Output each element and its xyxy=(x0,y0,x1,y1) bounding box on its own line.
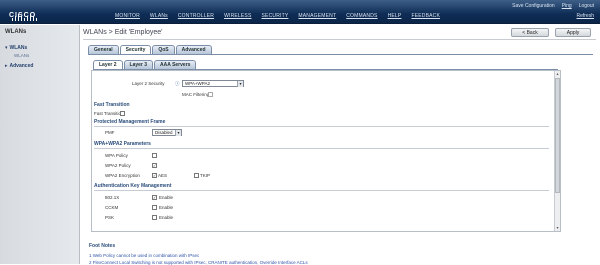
cisco-wordmark: CISCO xyxy=(9,12,37,19)
refresh-link[interactable]: Refresh xyxy=(576,13,594,19)
layer2-security-select[interactable]: WPA+WPA2 ▾ xyxy=(182,80,244,87)
foot-note-2: 2 FlexConnect Local Switching is not sup… xyxy=(89,260,308,265)
akm-divider xyxy=(94,190,549,191)
akm-psk-label: PSK xyxy=(105,215,115,220)
layer2-settings-panel: Layer 2 Security ⓘ WPA+WPA2 ▾ MAC Filter… xyxy=(91,70,561,232)
top-banner: CISCO MONITOR WLANs CONTROLLER WIRELESS … xyxy=(0,0,600,24)
apply-button[interactable]: Apply xyxy=(555,28,591,37)
nav-feedback[interactable]: FEEDBACK xyxy=(411,13,440,19)
pmf-value: Disabled xyxy=(155,130,173,135)
logout-link[interactable]: Logout xyxy=(579,3,594,9)
wpa2-policy-checkbox[interactable]: ✓ xyxy=(152,163,157,168)
back-button[interactable]: < Back xyxy=(511,28,549,37)
pmf-divider xyxy=(94,126,549,127)
akm-cckm-label: CCKM xyxy=(105,205,119,210)
main-content: WLANs > Edit 'Employee' < Back Apply Gen… xyxy=(81,25,600,265)
panel-scrollbar[interactable]: ▴ ▾ xyxy=(554,71,560,231)
foot-note-1: 1 Web Policy cannot be used in combinati… xyxy=(89,253,200,258)
sidebar-item-label: Advanced xyxy=(9,63,34,69)
tab-advanced[interactable]: Advanced xyxy=(175,45,212,54)
mac-filtering-checkbox[interactable] xyxy=(208,92,213,97)
wpa-parameters-heading: WPA+WPA2 Parameters xyxy=(94,141,151,147)
expand-arrow-icon: ▾ xyxy=(5,45,8,51)
scrollbar-thumb[interactable] xyxy=(555,78,560,193)
cisco-logo: CISCO xyxy=(6,3,46,21)
tab-layer-3[interactable]: Layer 3 xyxy=(123,60,154,69)
info-marker-icon: ⓘ xyxy=(175,81,180,86)
wpa-policy-checkbox[interactable] xyxy=(152,153,157,158)
wpa2-policy-label: WPA2 Policy xyxy=(105,163,131,168)
aes-label: AES xyxy=(158,173,168,178)
main-tabs: General Security QoS Advanced xyxy=(88,45,212,54)
nav-management[interactable]: MANAGEMENT xyxy=(298,13,336,19)
tkip-label: TKIP xyxy=(200,173,211,178)
fast-transition-heading: Fast Transition xyxy=(94,102,130,108)
akm-heading: Authentication Key Management xyxy=(94,183,172,189)
akm-cckm-checkbox[interactable] xyxy=(152,205,157,210)
tab-security[interactable]: Security xyxy=(119,45,152,54)
layer2-security-value: WPA+WPA2 xyxy=(185,81,210,86)
tab-qos[interactable]: QoS xyxy=(152,45,175,54)
security-subtabs: Layer 2 Layer 3 AAA Servers xyxy=(93,60,197,69)
pmf-select[interactable]: Disabled ▾ xyxy=(152,129,182,136)
nav-wlans[interactable]: WLANs xyxy=(150,13,168,19)
mac-filtering-label: MAC Filtering xyxy=(182,92,210,97)
sidebar: WLANs ▾ WLANs WLANs ▸ Advanced xyxy=(0,25,80,264)
ping-link[interactable]: Ping xyxy=(562,3,572,9)
akm-cckm-enable: Enable xyxy=(159,205,174,210)
top-links: Save Configuration Ping Logout xyxy=(512,3,594,9)
sidebar-item-wlans[interactable]: ▾ WLANs xyxy=(5,45,27,51)
aes-checkbox[interactable]: ✓ xyxy=(152,173,157,178)
chevron-down-icon: ▾ xyxy=(237,81,243,87)
akm-psk-checkbox[interactable] xyxy=(152,215,157,220)
nav-commands[interactable]: COMMANDS xyxy=(346,13,377,19)
sidebar-subitem-wlans[interactable]: WLANs xyxy=(14,53,29,58)
akm-802-1x-label: 802.1X xyxy=(105,195,120,200)
wpa-policy-label: WPA Policy xyxy=(105,153,128,158)
layer2-security-label: Layer 2 Security xyxy=(132,81,165,86)
sidebar-title: WLANs xyxy=(5,29,27,35)
nav-controller[interactable]: CONTROLLER xyxy=(178,13,214,19)
wpa-divider xyxy=(94,148,549,149)
pmf-label: PMF xyxy=(105,130,115,135)
wpa2-encryption-label: WPA2 Encryption xyxy=(105,173,140,178)
nav-help[interactable]: HELP xyxy=(388,13,402,19)
page-title: WLANs > Edit 'Employee' xyxy=(83,29,163,36)
fast-transition-checkbox[interactable] xyxy=(120,111,125,116)
nav-wireless[interactable]: WIRELESS xyxy=(224,13,251,19)
akm-802-1x-enable: Enable xyxy=(159,195,174,200)
foot-notes-heading: Foot Notes xyxy=(89,243,116,249)
pmf-heading: Protected Management Frame xyxy=(94,119,166,125)
sidebar-item-advanced[interactable]: ▸ Advanced xyxy=(5,63,33,69)
tabs-divider xyxy=(88,54,593,55)
sidebar-item-label: WLANs xyxy=(9,45,28,51)
chevron-down-icon: ▾ xyxy=(175,130,181,136)
nav-monitor[interactable]: MONITOR xyxy=(115,13,140,19)
scroll-down-arrow-icon[interactable]: ▾ xyxy=(555,225,560,231)
tab-general[interactable]: General xyxy=(88,45,119,54)
nav-security[interactable]: SECURITY xyxy=(262,13,289,19)
tab-layer-2[interactable]: Layer 2 xyxy=(93,60,123,69)
collapse-arrow-icon: ▸ xyxy=(5,63,8,69)
tkip-checkbox[interactable] xyxy=(194,173,199,178)
top-nav: MONITOR WLANs CONTROLLER WIRELESS SECURI… xyxy=(115,13,440,19)
save-configuration-link[interactable]: Save Configuration xyxy=(512,3,555,9)
scroll-up-arrow-icon[interactable]: ▴ xyxy=(555,71,560,77)
title-divider xyxy=(83,39,596,40)
akm-802-1x-checkbox[interactable]: ✓ xyxy=(152,195,157,200)
akm-psk-enable: Enable xyxy=(159,215,174,220)
tab-aaa-servers[interactable]: AAA Servers xyxy=(154,60,197,69)
